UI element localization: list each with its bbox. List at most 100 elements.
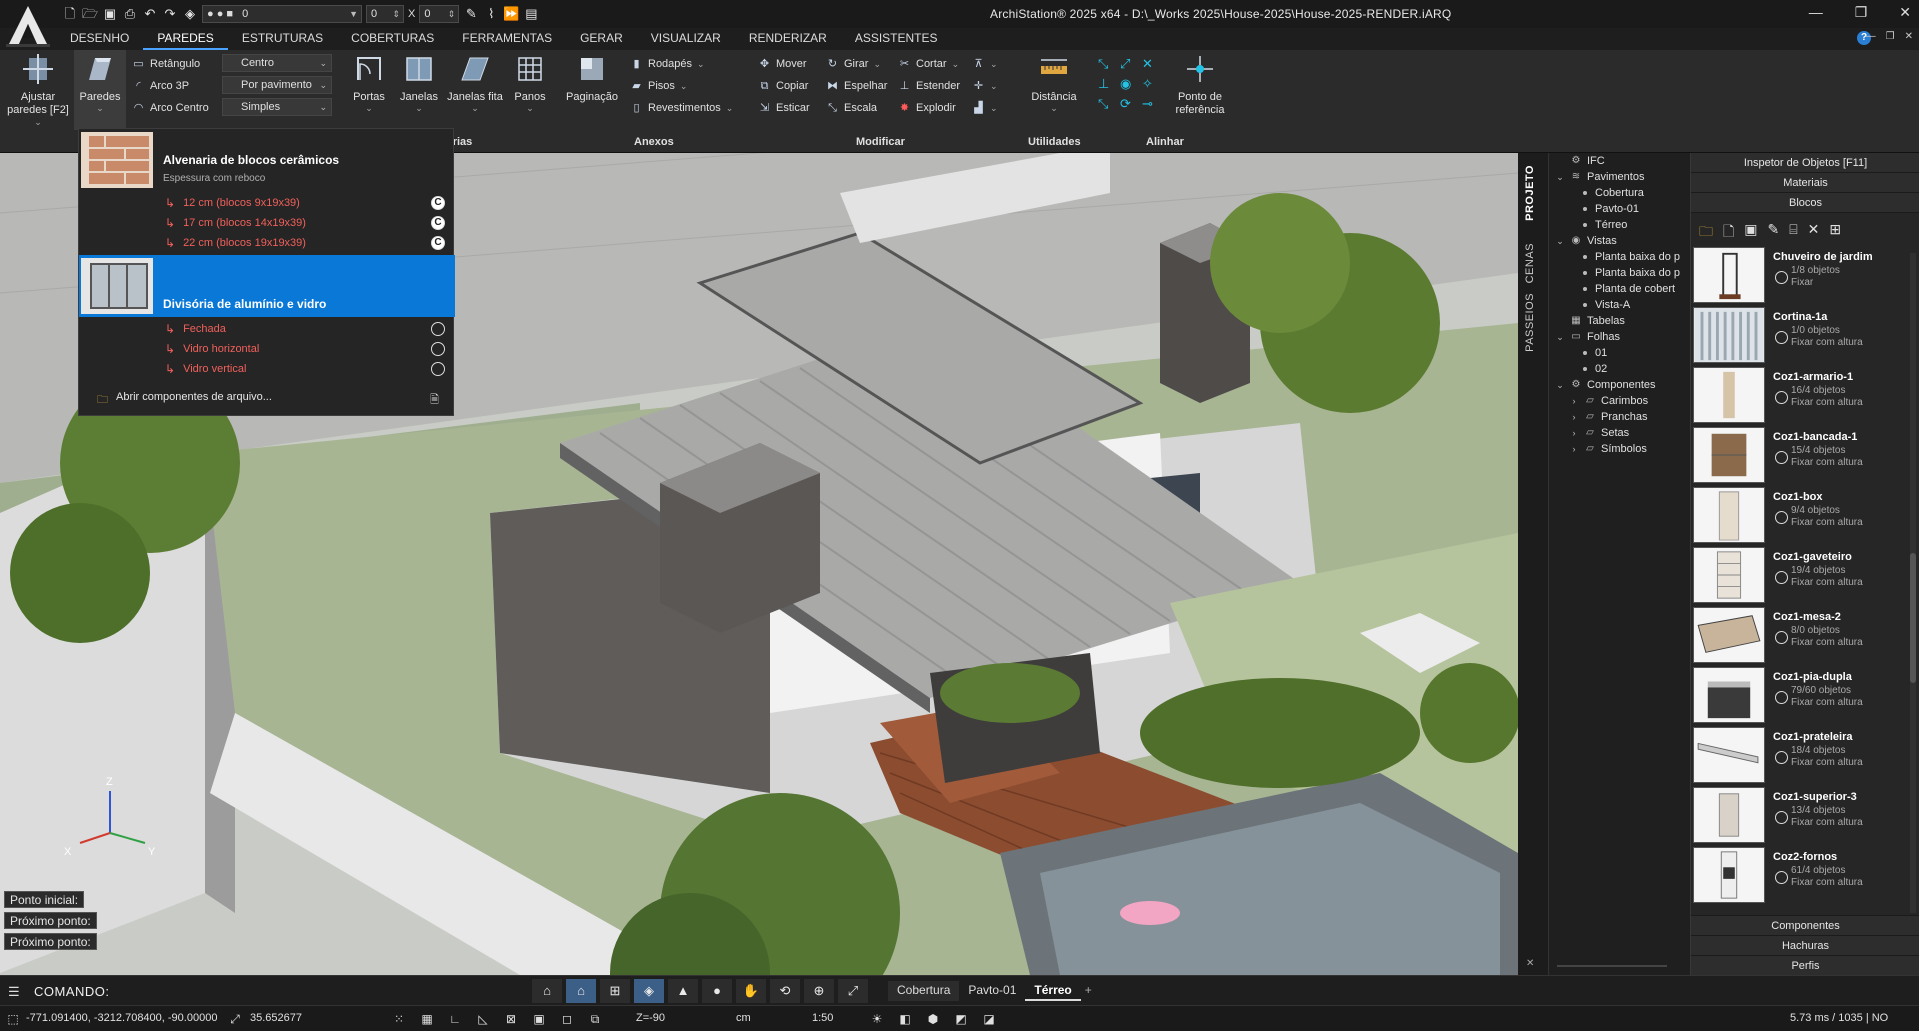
tab-ferramentas[interactable]: FERRAMENTAS bbox=[448, 28, 566, 50]
align-tool-3[interactable]: ▟ ⌄ bbox=[972, 99, 997, 117]
janelas-button[interactable]: Janelas ⌄ bbox=[396, 54, 442, 114]
flyout-item-22cm[interactable]: ↳ 22 cm (blocos 19x19x39) C bbox=[165, 234, 445, 252]
command-menu-icon[interactable]: ☰ bbox=[8, 984, 20, 1000]
new-file-icon[interactable]: 🗋 bbox=[62, 6, 78, 22]
tab-assistentes[interactable]: ASSISTENTES bbox=[841, 28, 952, 50]
ajustar-paredes-button[interactable]: Ajustar paredes [F2] ⌄ bbox=[6, 54, 70, 128]
add-block-icon[interactable]: ⊞ bbox=[1829, 221, 1841, 245]
block-item[interactable]: Coz1-box 9/4 objetos Fixar com altura bbox=[1691, 485, 1919, 545]
tree-folha-01[interactable]: 01 bbox=[1579, 345, 1607, 361]
revestimentos-button[interactable]: ▯ Revestimentos ⌄ bbox=[630, 99, 733, 117]
flyout-group-ceramic[interactable]: Alvenaria de blocos cerâmicos Espessura … bbox=[79, 129, 455, 191]
open-folder-icon[interactable]: 🗀 bbox=[1699, 221, 1713, 245]
block-radio[interactable] bbox=[1775, 451, 1788, 464]
snap-icon[interactable]: ⊠ bbox=[502, 1010, 520, 1028]
explodir-button[interactable]: ✸ Explodir bbox=[898, 99, 956, 117]
print-icon[interactable]: ⎙ bbox=[122, 6, 138, 22]
pisos-button[interactable]: ▰ Pisos ⌄ bbox=[630, 77, 687, 95]
block-radio[interactable] bbox=[1775, 751, 1788, 764]
sun-icon[interactable]: ☀ bbox=[868, 1010, 886, 1028]
tree-folhas[interactable]: ⌄ ▭ Folhas bbox=[1555, 329, 1620, 345]
tab-desenho[interactable]: DESENHO bbox=[56, 28, 143, 50]
z-value[interactable]: Z=-90 bbox=[636, 1012, 665, 1024]
archistation-logo[interactable] bbox=[4, 4, 52, 48]
block-item[interactable]: Coz1-armario-1 16/4 objetos Fixar com al… bbox=[1691, 365, 1919, 425]
floor-tab-pavto01[interactable]: Pavto-01 bbox=[959, 981, 1025, 1001]
block-radio[interactable] bbox=[1775, 691, 1788, 704]
tree-pav-cobertura[interactable]: Cobertura bbox=[1579, 185, 1644, 201]
tree-pranchas[interactable]: › ▱ Pranchas bbox=[1569, 409, 1648, 425]
zoom-icon[interactable]: ⊕ bbox=[804, 979, 834, 1003]
polar-icon[interactable]: ◺ bbox=[474, 1010, 492, 1028]
paginacao-button[interactable]: Paginação bbox=[564, 54, 620, 103]
shadow-icon[interactable]: ◧ bbox=[896, 1010, 914, 1028]
block-radio[interactable] bbox=[1775, 631, 1788, 644]
tree-simbolos[interactable]: › ▱ Símbolos bbox=[1569, 441, 1647, 457]
alignment-dropdown[interactable]: Centro ⌄ bbox=[222, 54, 332, 72]
tab-estruturas[interactable]: ESTRUTURAS bbox=[228, 28, 337, 50]
x-value-field[interactable]: 0 ⇕ bbox=[366, 5, 404, 23]
rodapes-button[interactable]: ▮ Rodapés ⌄ bbox=[630, 55, 704, 73]
materiais-tab[interactable]: Materiais bbox=[1691, 173, 1919, 193]
flyout-item-vidro-horizontal[interactable]: ↳ Vidro horizontal bbox=[165, 340, 445, 358]
block-radio[interactable] bbox=[1775, 871, 1788, 884]
unit-value[interactable]: cm bbox=[736, 1012, 751, 1024]
componentes-tab[interactable]: Componentes bbox=[1691, 915, 1919, 935]
scrollbar-thumb[interactable] bbox=[1910, 553, 1916, 683]
stack-icon[interactable]: ▤ bbox=[523, 6, 539, 22]
close-icon[interactable]: ✕ bbox=[1899, 4, 1911, 21]
tree-vista-3[interactable]: Planta de cobert bbox=[1579, 281, 1675, 297]
portas-button[interactable]: Portas ⌄ bbox=[344, 54, 394, 114]
tree-pav-terreo[interactable]: Térreo bbox=[1579, 217, 1627, 233]
align-n-icon[interactable]: ✕ bbox=[1142, 56, 1164, 72]
inspector-header[interactable]: Inspetor de Objetos [F11] bbox=[1691, 153, 1919, 173]
block-item[interactable]: Coz2-fornos 61/4 objetos Fixar com altur… bbox=[1691, 845, 1919, 905]
floor-tab-terreo[interactable]: Térreo bbox=[1025, 981, 1081, 1001]
buildings-icon[interactable]: ▲ bbox=[668, 979, 698, 1003]
tab-paredes[interactable]: PAREDES bbox=[143, 28, 228, 50]
section-icon[interactable]: ◪ bbox=[980, 1010, 998, 1028]
house-view-icon[interactable]: ⌂ bbox=[566, 979, 596, 1003]
tree-pavimentos[interactable]: ⌄ ≋ Pavimentos bbox=[1555, 169, 1644, 185]
blocos-tab[interactable]: Blocos bbox=[1691, 193, 1919, 213]
rename-icon[interactable]: ⌸ bbox=[1789, 221, 1797, 245]
tab-passeios[interactable]: PASSEIOS bbox=[1524, 293, 1536, 352]
block-radio[interactable] bbox=[1775, 271, 1788, 284]
eyedropper-icon[interactable]: ✎ bbox=[463, 6, 479, 22]
height-mode-dropdown[interactable]: Por pavimento ⌄ bbox=[222, 76, 332, 94]
collapse-icon[interactable]: ⌄ bbox=[1555, 380, 1565, 391]
panos-button[interactable]: Panos ⌄ bbox=[508, 54, 552, 114]
expand-icon[interactable]: › bbox=[1569, 396, 1579, 406]
align-e-icon[interactable]: ✧ bbox=[1142, 76, 1164, 92]
align-sw-icon[interactable]: ⤡ bbox=[1098, 96, 1120, 112]
block-item[interactable]: Coz1-bancada-1 15/4 objetos Fixar com al… bbox=[1691, 425, 1919, 485]
tab-renderizar[interactable]: RENDERIZAR bbox=[735, 28, 841, 50]
block-item[interactable]: Coz1-pia-dupla 79/60 objetos Fixar com a… bbox=[1691, 665, 1919, 725]
edit-icon[interactable]: ✎ bbox=[1768, 221, 1780, 245]
align-nw-icon[interactable]: ⤡ bbox=[1098, 56, 1120, 72]
doc-minimize-icon[interactable]: — bbox=[1866, 31, 1876, 42]
align-tool-1[interactable]: ⊼ ⌄ bbox=[972, 55, 997, 73]
block-radio[interactable] bbox=[1775, 511, 1788, 524]
render-sphere-icon[interactable]: ● bbox=[702, 979, 732, 1003]
flyout-item-fechada[interactable]: ↳ Fechada bbox=[165, 320, 445, 338]
tab-coberturas[interactable]: COBERTURAS bbox=[337, 28, 448, 50]
osnap-icon[interactable]: ▣ bbox=[530, 1010, 548, 1028]
viewports-icon[interactable]: ⊞ bbox=[600, 979, 630, 1003]
wall-type-dropdown[interactable]: Simples ⌄ bbox=[222, 98, 332, 116]
block-item[interactable]: Coz1-superior-3 13/4 objetos Fixar com a… bbox=[1691, 785, 1919, 845]
redo-icon[interactable]: ↷ bbox=[162, 6, 178, 22]
undo-icon[interactable]: ↶ bbox=[142, 6, 158, 22]
grid-dots-icon[interactable]: ⁙ bbox=[390, 1010, 408, 1028]
layer-select[interactable]: ● ● ■ 0 ▼ bbox=[202, 5, 362, 23]
retangulo-button[interactable]: ▭ Retângulo bbox=[132, 55, 200, 73]
perspective-icon[interactable]: ◩ bbox=[952, 1010, 970, 1028]
tab-projeto[interactable]: PROJETO bbox=[1524, 165, 1536, 221]
block-radio[interactable] bbox=[1775, 391, 1788, 404]
collapse-icon[interactable]: ⌄ bbox=[1555, 236, 1565, 247]
paredes-button[interactable]: Paredes ⌄ bbox=[74, 50, 126, 130]
tree-vista-4[interactable]: Vista-A bbox=[1579, 297, 1630, 313]
align-w-icon[interactable]: ⊥ bbox=[1098, 76, 1120, 92]
flyout-item-vidro-vertical[interactable]: ↳ Vidro vertical bbox=[165, 360, 445, 378]
tree-folha-02[interactable]: 02 bbox=[1579, 361, 1607, 377]
